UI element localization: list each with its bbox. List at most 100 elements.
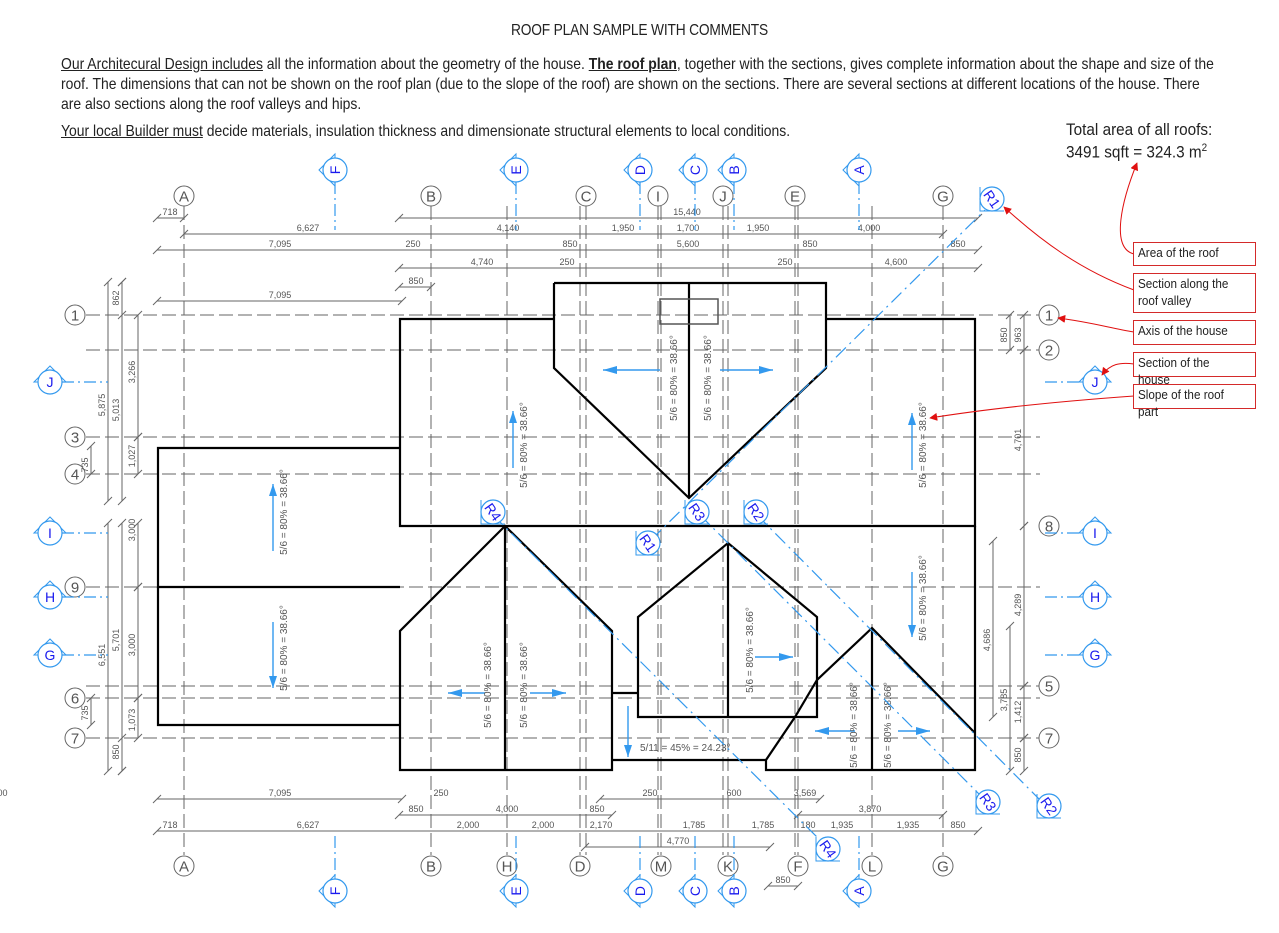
slope-label: 5/6 = 80% = 38.66° [849, 682, 860, 768]
callout-section-of-house: Section of the house [1133, 352, 1256, 387]
axis-label: 9 [71, 580, 79, 597]
dimension-label: 4,770 [667, 836, 690, 846]
axis-label: K [723, 859, 733, 876]
axis-top-A: A [173, 185, 195, 207]
axis-top-G: G [932, 185, 954, 207]
callout-text: Section along the roof valley [1138, 276, 1229, 308]
dimension-label: 4,701 [1013, 429, 1023, 452]
dimension-label: 5,600 [677, 239, 700, 249]
section-top-F: F [318, 152, 348, 230]
section-label: D [632, 886, 648, 896]
dimension-label: 850 [775, 875, 790, 885]
dimension-label: 4,740 [471, 257, 494, 267]
dimension-label: 2,000 [532, 820, 555, 830]
dimension-label: 600 [0, 788, 8, 798]
section-label: C [687, 886, 703, 896]
slope-label: 5/6 = 80% = 38.66° [483, 642, 494, 728]
valley-section-R3-bottom: R3 [975, 789, 1001, 815]
axis-left-3: 3 [64, 426, 86, 448]
valley-section-R4-bottom: R4 [815, 836, 841, 862]
axis-label: 7 [1045, 731, 1053, 748]
section-label: I [1093, 525, 1097, 541]
slope-arrow-head-icon [269, 484, 277, 496]
slope-north-left [603, 366, 660, 374]
axis-label: 1 [1045, 308, 1053, 325]
slope-sw-left [448, 689, 485, 697]
slope-arrow-head-icon [624, 745, 632, 757]
callout-area-of-roof: Area of the roof [1133, 242, 1256, 266]
axis-right-5: 5 [1038, 675, 1060, 697]
section-label: A [851, 165, 867, 175]
axis-label: H [502, 859, 513, 876]
dimension-label: 2,170 [590, 820, 613, 830]
axis-bottom-L: L [861, 855, 883, 877]
axis-label: C [581, 189, 592, 206]
slope-mid-right [755, 653, 793, 661]
callout-text: Section of the house [1138, 355, 1210, 387]
axis-top-B: B [420, 185, 442, 207]
axis-right-2: 2 [1038, 339, 1060, 361]
dimension-label: 735 [80, 457, 90, 472]
axis-label: 2 [1045, 343, 1053, 360]
dimension-label: 7,095 [269, 788, 292, 798]
axis-top-I: I [647, 185, 669, 207]
section-label: E [508, 886, 524, 895]
dimension-label: 850 [802, 239, 817, 249]
dimension-label: 1,412 [1013, 701, 1023, 724]
slope-label-low: 5/11 = 45% = 24.23° [640, 743, 731, 754]
dimension-label: 3,569 [794, 788, 817, 798]
dimension-label: 250 [642, 788, 657, 798]
dimension-label: 850 [408, 276, 423, 286]
axis-left-7: 7 [64, 727, 86, 749]
section-top-C: C [678, 152, 708, 230]
dimension-label: 7,095 [269, 290, 292, 300]
callout-text: Area of the roof [1138, 245, 1219, 260]
axis-label: 4 [71, 467, 79, 484]
section-label: B [726, 165, 742, 174]
roof-plan-drawing: A B C I J E GA B H D M K F L G13496712857 718 15,4406,6… [0, 152, 1139, 909]
axis-label: J [719, 189, 727, 206]
axis-bottom-G: G [932, 855, 954, 877]
slope-main-west: 5/6 = 80% = 38.66° [509, 402, 530, 488]
dimension-label: 718 [162, 820, 177, 830]
axis-label: 3 [71, 430, 79, 447]
dimension-label: 1,073 [127, 709, 137, 732]
slope-low [624, 706, 632, 757]
dimension-label: 5,701 [111, 629, 121, 652]
dimension-label: 1,935 [897, 820, 920, 830]
axis-label: 5 [1045, 679, 1053, 696]
slope-label: 5/6 = 80% = 38.66° [883, 682, 894, 768]
section-label: I [48, 525, 52, 541]
slope-label: 5/6 = 80% = 38.66° [918, 402, 929, 488]
dimension-label: 250 [405, 239, 420, 249]
slope-east-right [898, 727, 930, 735]
dimension-label: 1,027 [127, 445, 137, 468]
dimension-label: 850 [950, 239, 965, 249]
dimension-label: 250 [559, 257, 574, 267]
slope-east-lower: 5/6 = 80% = 38.66° [908, 555, 929, 641]
axis-label: A [179, 189, 189, 206]
slope-arrow-head-icon [759, 366, 773, 374]
slope-arrow-head-icon [603, 366, 617, 374]
axis-right-7: 7 [1038, 727, 1060, 749]
section-left-J: J [32, 365, 108, 395]
axis-bottom-K: K [717, 855, 739, 877]
axis-label: B [426, 859, 436, 876]
dimension-label: 250 [777, 257, 792, 267]
section-label: E [508, 165, 524, 174]
slope-main-east: 5/6 = 80% = 38.66° [908, 402, 929, 488]
axis-bottom-D: D [569, 855, 591, 877]
dimension-label: 2,000 [457, 820, 480, 830]
axis-top-C: C [575, 185, 597, 207]
dimension-label: 3,266 [127, 361, 137, 384]
section-label: G [1090, 647, 1101, 663]
dimension-label: 850 [950, 820, 965, 830]
axis-label: G [937, 859, 949, 876]
valley-section-R1: R1 [635, 530, 661, 556]
section-bottom-F: F [318, 836, 348, 909]
valley-section-R1-top: R1 [979, 186, 1005, 212]
dimension-label: 718 [162, 207, 177, 217]
section-label: G [45, 647, 56, 663]
slope-arrow-head-icon [815, 727, 829, 735]
dimension-label: 4,686 [982, 629, 992, 652]
